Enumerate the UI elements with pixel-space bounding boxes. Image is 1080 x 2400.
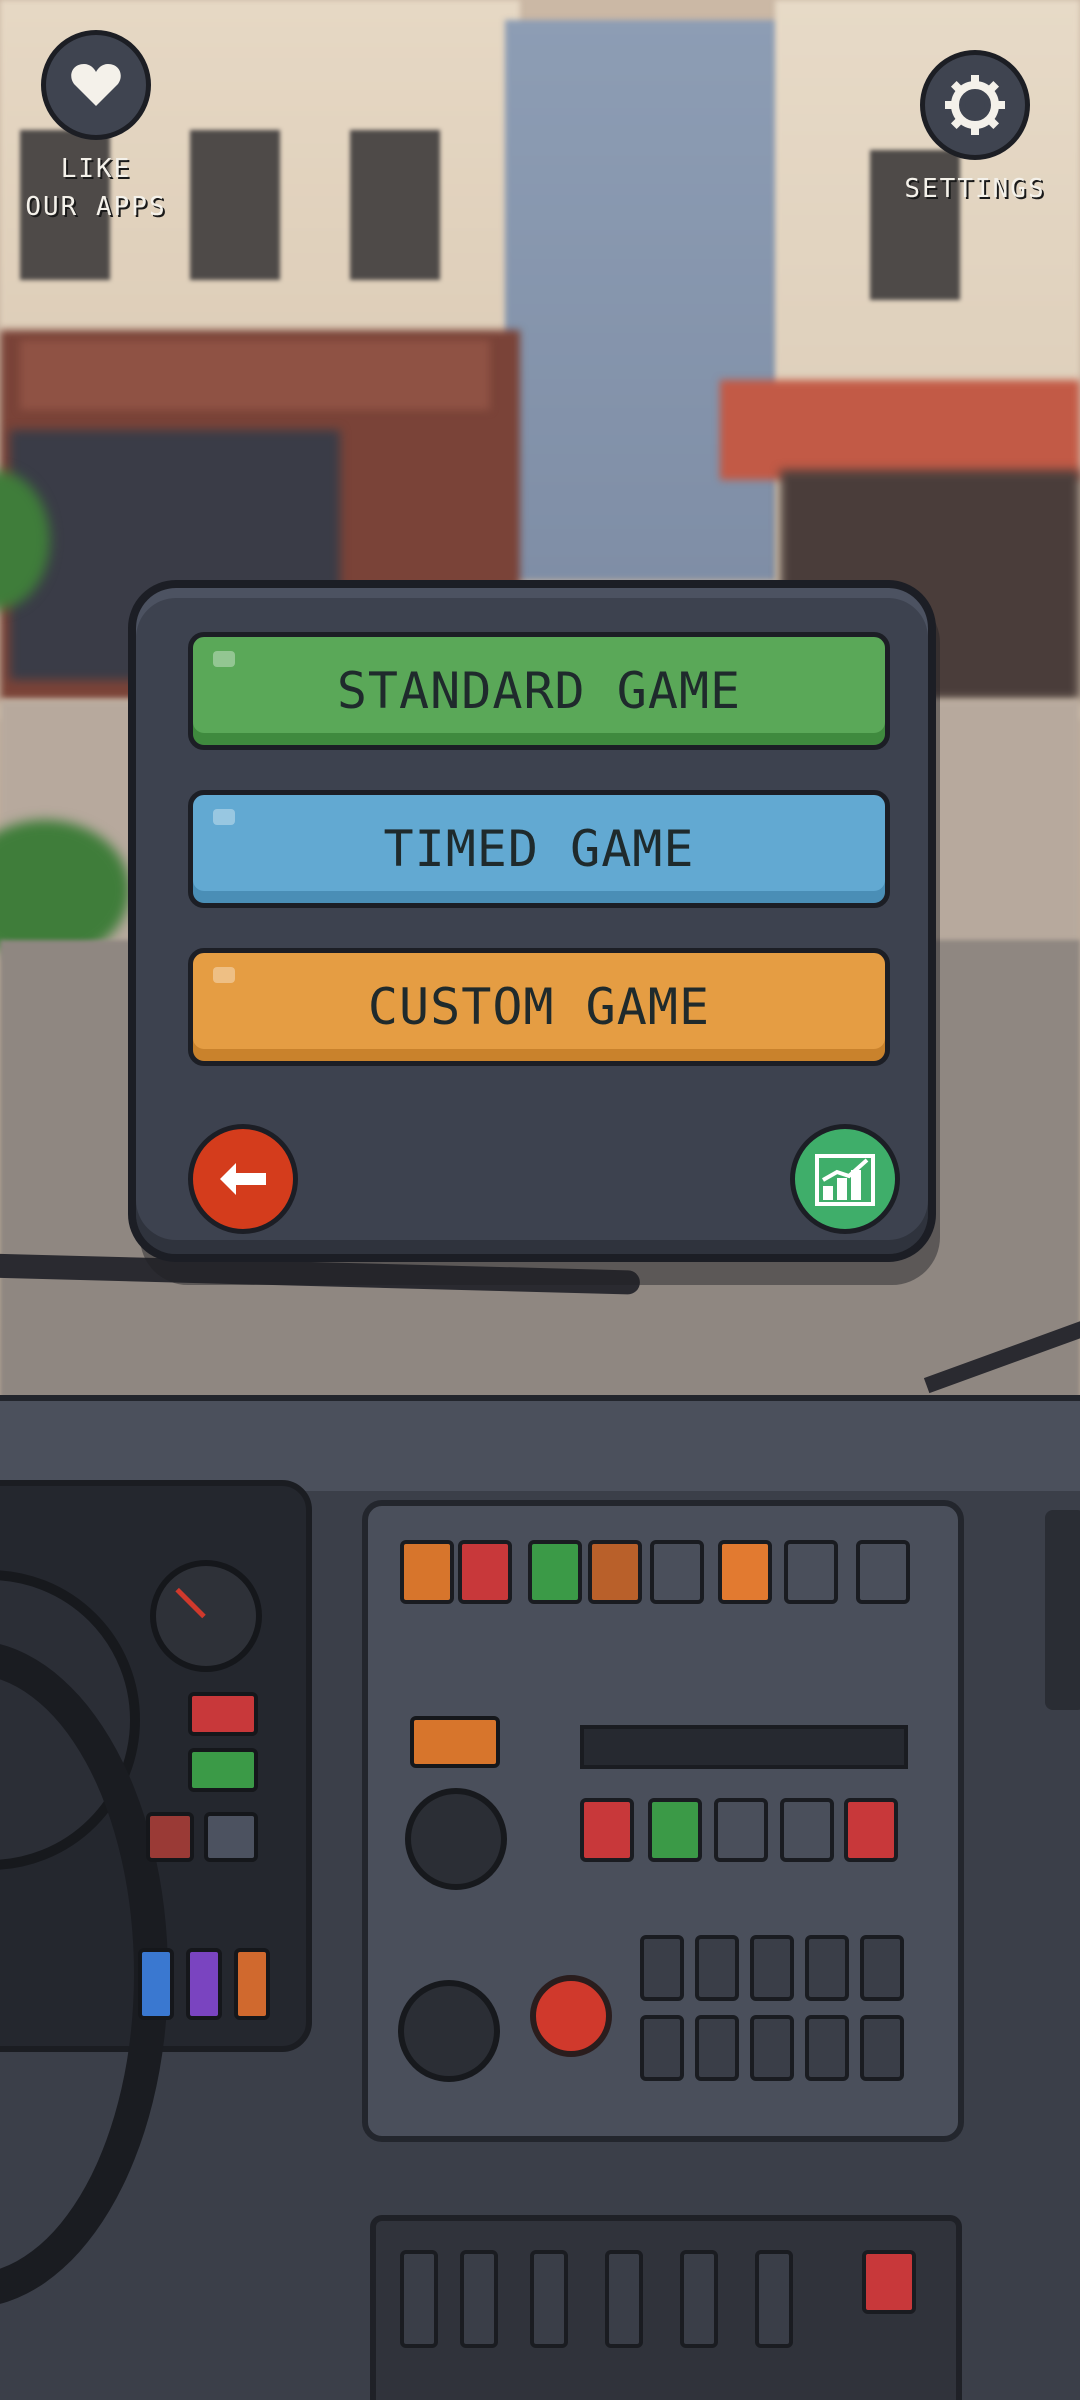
console-switch [650, 1540, 704, 1604]
radio-display [580, 1725, 908, 1769]
lower-switch [400, 2250, 438, 2348]
console-switch [528, 1540, 582, 1604]
indicator-lamp [146, 1812, 194, 1862]
indicator-lamp [204, 1812, 258, 1862]
console-slot [750, 2015, 794, 2081]
storefront-sign [20, 340, 490, 410]
radio-button [780, 1798, 834, 1862]
settings-button[interactable]: SETTINGS [904, 50, 1044, 208]
custom-game-label: CUSTOM GAME [367, 978, 711, 1036]
custom-game-button[interactable]: CUSTOM GAME [188, 948, 890, 1066]
settings-label: SETTINGS [904, 174, 1046, 204]
console-slot [695, 2015, 739, 2081]
console-knob [405, 1788, 507, 1890]
lower-switch [680, 2250, 718, 2348]
standard-game-label: STANDARD GAME [336, 662, 742, 720]
lower-switch [530, 2250, 568, 2348]
gear-icon-button[interactable] [920, 50, 1030, 160]
warning-lamp [188, 1692, 258, 1736]
heart-icon-button[interactable] [41, 30, 151, 140]
building-window [190, 130, 280, 280]
timed-game-button[interactable]: TIMED GAME [188, 790, 890, 908]
gear-icon [945, 75, 1005, 135]
console-knob [398, 1980, 500, 2082]
indicator-lamp [186, 1948, 222, 2020]
console-switch [458, 1540, 512, 1604]
console-switch [784, 1540, 838, 1604]
air-vent [1045, 1510, 1080, 1710]
stats-button[interactable] [790, 1124, 900, 1234]
game-mode-menu: STANDARD GAME TIMED GAME CUSTOM GAME [128, 580, 936, 1262]
indicator-lamp [234, 1948, 270, 2020]
console-switch [718, 1540, 772, 1604]
lower-switch [755, 2250, 793, 2348]
dashboard-top [0, 1401, 1080, 1491]
console-slot [805, 2015, 849, 2081]
lower-switch-red [862, 2250, 916, 2314]
indicator-lamp [138, 1948, 174, 2020]
like-our-apps-label: LIKE OUR APPS [25, 154, 167, 222]
radio-button [580, 1798, 634, 1862]
console-slot [695, 1935, 739, 2001]
awning [720, 380, 1080, 480]
console-slot [805, 1935, 849, 2001]
chart-icon [815, 1154, 875, 1206]
fuel-gauge [150, 1560, 262, 1672]
radio-button [714, 1798, 768, 1862]
heart-icon [71, 64, 121, 106]
console-slot [860, 1935, 904, 2001]
timed-game-label: TIMED GAME [383, 820, 695, 878]
red-console-button [530, 1975, 612, 2057]
building-window [350, 130, 440, 280]
radio-button [844, 1798, 898, 1862]
console-slot [860, 2015, 904, 2081]
console-switch [588, 1540, 642, 1604]
lower-switch [460, 2250, 498, 2348]
console-slot [750, 1935, 794, 2001]
arrow-left-icon [220, 1163, 266, 1195]
standard-game-button[interactable]: STANDARD GAME [188, 632, 890, 750]
console-switch [856, 1540, 910, 1604]
like-our-apps-button[interactable]: LIKE OUR APPS [25, 30, 165, 226]
indicator-lamp [188, 1748, 258, 1792]
back-button[interactable] [188, 1124, 298, 1234]
radio-button [648, 1798, 702, 1862]
console-slot [640, 2015, 684, 2081]
building-middle [505, 20, 780, 580]
hazard-lamp [410, 1716, 500, 1768]
lower-switch [605, 2250, 643, 2348]
console-switch [400, 1540, 454, 1604]
console-slot [640, 1935, 684, 2001]
